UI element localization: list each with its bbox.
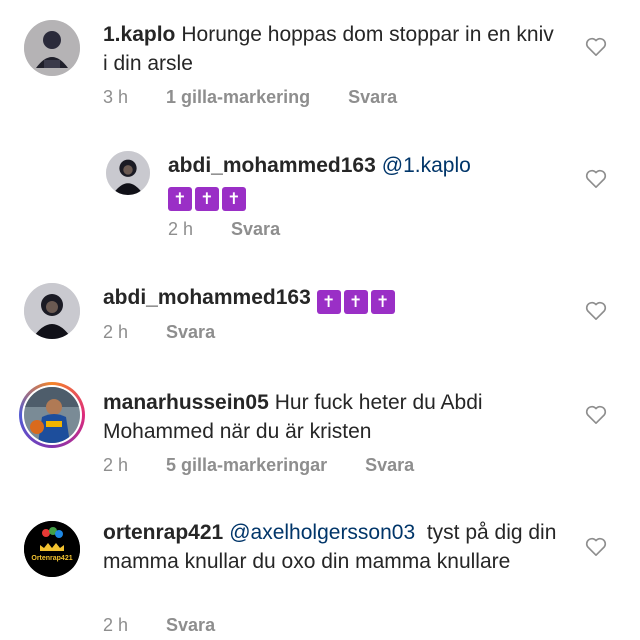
comment-time: 2 h: [103, 615, 129, 635]
comment-likes[interactable]: 5 gilla-markeringar: [166, 455, 327, 475]
comment-time: 2 h: [168, 219, 194, 239]
cross-emoji-icon: ✝: [195, 187, 219, 211]
avatar-logo-text: Ortenrap421: [31, 555, 72, 562]
heart-icon[interactable]: [585, 37, 607, 57]
avatar-person-hood-icon: [24, 283, 80, 339]
mention-link[interactable]: @1.kaplo: [382, 154, 471, 177]
comment-time: 3 h: [103, 87, 129, 107]
heart-icon[interactable]: [585, 537, 607, 557]
cross-emoji-icon: ✝: [168, 187, 192, 211]
reply-button[interactable]: Svara: [166, 322, 215, 342]
comment-text: abdi_mohammed163 ✝ ✝ ✝: [103, 283, 563, 314]
comment-text: manarhussein05 Hur fuck heter du Abdi Moh…: [103, 388, 563, 446]
avatar-ortenrap-logo-icon: Ortenrap421: [24, 521, 80, 577]
reply-button[interactable]: Svara: [348, 87, 397, 107]
reply-button[interactable]: Svara: [365, 455, 414, 475]
comment-time: 2 h: [103, 322, 129, 342]
comment-text: abdi_mohammed163 @1.kaplo ✝ ✝ ✝: [168, 151, 628, 211]
avatar-basketball-player-icon: [24, 387, 80, 443]
avatar-person-hood-icon: [106, 151, 150, 195]
comment-meta: 2 h 5 gilla-markeringar Svara: [103, 455, 452, 476]
comment-meta: 3 h 1 gilla-markering Svara: [103, 87, 435, 108]
comment-username[interactable]: 1.kaplo: [103, 23, 175, 46]
cross-emoji-icon: ✝: [370, 290, 395, 314]
avatar[interactable]: [24, 283, 80, 339]
avatar-person-dark-icon: [24, 20, 80, 76]
avatar[interactable]: [24, 387, 80, 443]
comment-meta: 2 h Svara: [168, 219, 318, 240]
cross-emoji-icon: ✝: [343, 290, 368, 314]
avatar[interactable]: [106, 151, 150, 195]
comment-meta: 2 h Svara: [103, 615, 253, 636]
comment-text: ortenrap421 @axelholgersson03 tyst på dig…: [103, 518, 563, 576]
avatar[interactable]: Ortenrap421: [24, 521, 80, 577]
comment-meta: 2 h Svara: [103, 322, 253, 343]
avatar[interactable]: [24, 20, 80, 76]
reply-button[interactable]: Svara: [166, 615, 215, 635]
heart-icon[interactable]: [585, 405, 607, 425]
comment-username[interactable]: manarhussein05: [103, 391, 269, 414]
cross-emoji-icon: ✝: [222, 187, 246, 211]
comment-username[interactable]: abdi_mohammed163: [168, 154, 376, 177]
comment-text: 1.kaplo Horunge hoppas dom stoppar in en …: [103, 20, 563, 78]
heart-icon[interactable]: [585, 301, 607, 321]
reply-button[interactable]: Svara: [231, 219, 280, 239]
heart-icon[interactable]: [585, 169, 607, 189]
comment-username[interactable]: ortenrap421: [103, 521, 223, 544]
comment-time: 2 h: [103, 455, 129, 475]
cross-emoji-icon: ✝: [316, 290, 341, 314]
comment-likes[interactable]: 1 gilla-markering: [166, 87, 310, 107]
comment-username[interactable]: abdi_mohammed163: [103, 286, 311, 309]
mention-link[interactable]: @axelholgersson03: [229, 521, 415, 544]
